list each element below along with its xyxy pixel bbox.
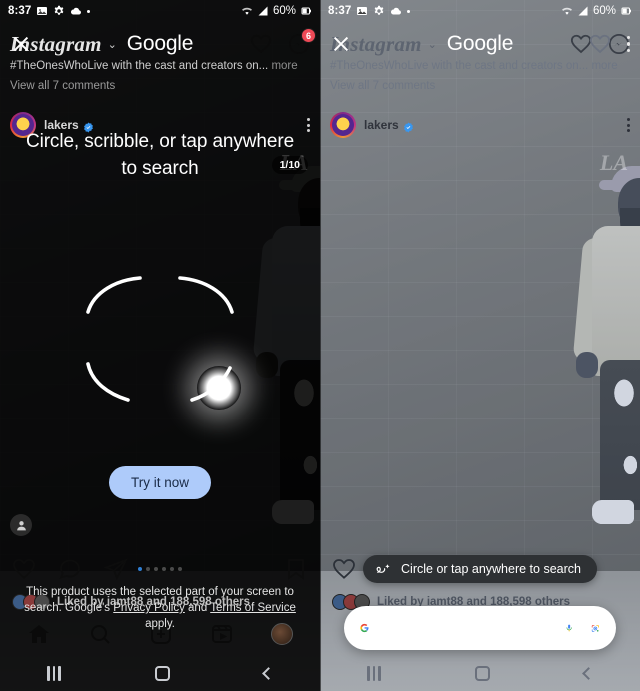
cloud-icon xyxy=(70,5,82,17)
signal-icon xyxy=(577,5,589,17)
google-overlay-header-right: Google xyxy=(320,22,640,66)
verified-badge-icon xyxy=(403,120,414,133)
carousel-dots xyxy=(138,567,182,571)
close-icon[interactable] xyxy=(10,33,32,55)
save-icon[interactable] xyxy=(284,557,308,581)
scribble-sparkle-icon xyxy=(375,561,392,578)
post-action-row-left xyxy=(0,552,320,586)
left-phone-screenshot: lakers LA 1/10 Instagram ⌄ 6 xyxy=(0,0,320,691)
google-wordmark: Google xyxy=(126,32,194,55)
recents-button[interactable] xyxy=(367,666,381,681)
post-avatar[interactable] xyxy=(330,112,356,138)
gear-icon xyxy=(53,5,65,17)
status-bar-left: 8:37 60% xyxy=(0,0,320,22)
share-icon[interactable] xyxy=(104,557,128,581)
legal-disclaimer: This product uses the selected part of y… xyxy=(0,584,320,632)
legal-suffix: apply. xyxy=(145,618,175,630)
battery-icon xyxy=(300,5,312,17)
google-search-bar[interactable] xyxy=(344,606,616,650)
status-time: 8:37 xyxy=(8,5,32,17)
battery-icon xyxy=(620,5,632,17)
battery-percent: 60% xyxy=(592,5,616,17)
status-time: 8:37 xyxy=(328,5,352,17)
comment-icon[interactable] xyxy=(58,557,82,581)
post-username[interactable]: lakers xyxy=(364,118,399,132)
screenshot-icon xyxy=(356,5,368,17)
home-button[interactable] xyxy=(154,666,170,681)
dot-icon xyxy=(407,9,411,13)
try-it-now-button[interactable]: Try it now xyxy=(108,466,212,499)
status-bar-right: 8:37 60% xyxy=(320,0,640,22)
view-comments-link[interactable]: View all 7 comments xyxy=(10,78,310,95)
gear-icon xyxy=(373,5,385,17)
signal-icon xyxy=(257,5,269,17)
back-button[interactable] xyxy=(262,667,275,680)
search-input[interactable] xyxy=(379,620,556,636)
system-nav-left xyxy=(0,656,320,691)
dual-screenshot-stage: lakers LA 1/10 Instagram ⌄ 6 xyxy=(0,0,640,691)
cloud-icon xyxy=(390,5,402,17)
like-icon[interactable] xyxy=(332,557,356,581)
right-phone-screenshot: lakers LA Instagram ⌄ #TheOnesWhoLive wi… xyxy=(320,0,640,691)
legal-mid: and xyxy=(184,602,211,614)
recents-button[interactable] xyxy=(47,666,61,681)
panel-divider xyxy=(320,0,321,691)
post-more-options-button[interactable] xyxy=(627,118,630,132)
home-button[interactable] xyxy=(474,666,490,681)
post-media-right[interactable]: LA xyxy=(320,142,640,550)
onboarding-title: Circle, scribble, or tap anywhere to sea… xyxy=(25,131,295,179)
like-icon[interactable] xyxy=(12,557,36,581)
wifi-icon xyxy=(241,5,253,17)
google-g-icon xyxy=(360,617,369,639)
account-avatar-chip[interactable] xyxy=(10,514,32,536)
overlay-more-options-button[interactable] xyxy=(626,35,630,53)
gesture-glow-dot xyxy=(197,366,241,410)
wifi-icon xyxy=(561,5,573,17)
google-wordmark: Google xyxy=(446,32,514,55)
google-overlay-header-left: Google xyxy=(0,22,320,66)
post-header-right: lakers xyxy=(320,108,640,142)
circle-to-search-label: Circle or tap anywhere to search xyxy=(401,562,581,576)
privacy-policy-link[interactable]: Privacy Policy xyxy=(113,602,185,614)
microphone-icon[interactable] xyxy=(565,618,573,638)
dot-icon xyxy=(87,9,91,13)
battery-percent: 60% xyxy=(272,5,296,17)
heart-icon-overlay[interactable] xyxy=(589,33,611,55)
screenshot-icon xyxy=(36,5,48,17)
terms-of-service-link[interactable]: Terms of Service xyxy=(210,602,296,614)
system-nav-right xyxy=(320,656,640,691)
circle-to-search-pill[interactable]: Circle or tap anywhere to search xyxy=(363,555,597,583)
lakers-watermark: LA xyxy=(599,150,628,175)
back-button[interactable] xyxy=(582,667,595,680)
view-comments-link[interactable]: View all 7 comments xyxy=(330,78,630,95)
close-icon[interactable] xyxy=(330,33,352,55)
google-lens-icon[interactable] xyxy=(591,618,600,639)
